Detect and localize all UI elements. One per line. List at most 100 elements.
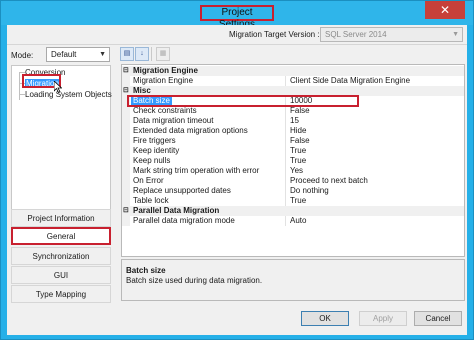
row-gutter xyxy=(122,156,130,166)
window-title: Project Settings xyxy=(200,5,274,30)
property-grid: ⊟ Migration Engine Migration Engine Clie… xyxy=(121,64,465,257)
row-gutter xyxy=(122,106,130,116)
close-button[interactable]: ✕ xyxy=(425,1,465,19)
property-row[interactable]: On Error Proceed to next batch xyxy=(122,176,464,186)
cancel-button[interactable]: Cancel xyxy=(414,311,462,326)
column-divider xyxy=(285,76,286,86)
dropdown-arrow-icon: ▼ xyxy=(99,51,106,58)
row-gutter xyxy=(122,126,130,136)
column-divider xyxy=(285,136,286,146)
ok-button[interactable]: OK xyxy=(301,311,349,326)
nav-synchronization[interactable]: Synchronization xyxy=(11,247,111,265)
categorized-icon[interactable]: ▤ xyxy=(120,47,134,61)
property-row[interactable]: Mark string trim operation with error Ye… xyxy=(122,166,464,176)
dropdown-arrow-icon: ▼ xyxy=(452,31,459,38)
settings-tree: Conversion Migration Loading System Obje… xyxy=(11,65,112,225)
close-icon: ✕ xyxy=(439,3,451,17)
collapse-icon[interactable]: ⊟ xyxy=(123,87,130,94)
property-value[interactable]: Proceed to next batch xyxy=(290,176,368,186)
batch-size-highlight-box xyxy=(127,95,359,107)
collapse-icon[interactable]: ⊟ xyxy=(123,207,130,214)
category-label: Parallel Data Migration xyxy=(133,206,220,215)
row-gutter xyxy=(122,166,130,176)
property-pages-icon[interactable]: ▦ xyxy=(156,47,170,61)
row-gutter xyxy=(122,186,130,196)
property-toolbar: ▤ ↓ ▦ xyxy=(116,45,467,64)
property-row[interactable]: Check constraints False xyxy=(122,106,464,116)
nav-project-information[interactable]: Project Information xyxy=(11,209,111,227)
property-value[interactable]: 15 xyxy=(290,116,299,126)
row-gutter xyxy=(122,216,130,226)
column-divider xyxy=(285,126,286,136)
property-name: Extended data migration options xyxy=(133,126,248,135)
nav-type-mapping[interactable]: Type Mapping xyxy=(11,285,111,303)
row-gutter xyxy=(122,116,130,126)
property-value[interactable]: False xyxy=(290,106,310,116)
column-divider xyxy=(285,116,286,126)
property-row[interactable]: Fire triggers False xyxy=(122,136,464,146)
property-row[interactable]: Parallel data migration mode Auto xyxy=(122,216,464,226)
column-divider xyxy=(285,166,286,176)
column-divider xyxy=(285,146,286,156)
property-name: Parallel data migration mode xyxy=(133,216,235,225)
row-gutter xyxy=(122,76,130,86)
tree-connector xyxy=(19,72,20,100)
property-value[interactable]: True xyxy=(290,196,306,206)
description-title: Batch size xyxy=(126,266,166,275)
title-bar[interactable]: Project Settings ✕ xyxy=(1,1,473,30)
property-value[interactable]: Client Side Data Migration Engine xyxy=(290,76,410,86)
property-row[interactable]: Extended data migration options Hide xyxy=(122,126,464,136)
alphabetical-icon[interactable]: ↓ xyxy=(135,47,149,61)
property-value[interactable]: Auto xyxy=(290,216,306,226)
property-name: Replace unsupported dates xyxy=(133,186,231,195)
category-row[interactable]: ⊟ Parallel Data Migration xyxy=(122,206,464,216)
project-settings-window: Project Settings ✕ Migration Target Vers… xyxy=(0,0,474,340)
property-row[interactable]: Migration Engine Client Side Data Migrat… xyxy=(122,76,464,86)
property-name: Keep identity xyxy=(133,146,180,155)
property-row[interactable]: Keep nulls True xyxy=(122,156,464,166)
tree-item-loading-system-objects[interactable]: Loading System Objects xyxy=(25,89,112,100)
mode-label: Mode: xyxy=(11,51,34,60)
dialog-body: Migration Target Version : SQL Server 20… xyxy=(7,25,467,335)
property-name: Data migration timeout xyxy=(133,116,214,125)
column-divider xyxy=(285,186,286,196)
migration-target-label: Migration Target Version : xyxy=(229,30,320,39)
property-row[interactable]: Replace unsupported dates Do nothing xyxy=(122,186,464,196)
property-row[interactable]: Data migration timeout 15 xyxy=(122,116,464,126)
property-value[interactable]: True xyxy=(290,156,306,166)
category-label: Migration Engine xyxy=(133,66,198,75)
nav-general[interactable]: General xyxy=(11,227,111,245)
property-value[interactable]: Do nothing xyxy=(290,186,329,196)
property-value[interactable]: False xyxy=(290,136,310,146)
property-name: Migration Engine xyxy=(133,76,194,85)
mode-value: Default xyxy=(51,50,77,59)
property-name: Mark string trim operation with error xyxy=(133,166,260,175)
collapse-icon[interactable]: ⊟ xyxy=(123,67,130,74)
column-divider xyxy=(285,216,286,226)
property-value[interactable]: True xyxy=(290,146,306,156)
description-text: Batch size used during data migration. xyxy=(126,276,263,285)
toolbar-divider xyxy=(151,47,152,61)
property-row[interactable]: Keep identity True xyxy=(122,146,464,156)
mouse-cursor-icon xyxy=(54,81,62,93)
row-gutter xyxy=(122,176,130,186)
property-name: Keep nulls xyxy=(133,156,171,165)
column-divider xyxy=(285,106,286,116)
property-name: Fire triggers xyxy=(133,136,176,145)
property-name: Table lock xyxy=(133,196,169,205)
property-name: On Error xyxy=(133,176,164,185)
apply-button[interactable]: Apply xyxy=(359,311,407,326)
column-divider xyxy=(285,196,286,206)
property-value[interactable]: Yes xyxy=(290,166,303,176)
description-panel: Batch size Batch size used during data m… xyxy=(121,259,465,301)
property-value[interactable]: Hide xyxy=(290,126,306,136)
tree-item-label: Loading System Objects xyxy=(25,90,112,99)
row-gutter xyxy=(122,196,130,206)
nav-gui[interactable]: GUI xyxy=(11,266,111,284)
property-row[interactable]: Table lock True xyxy=(122,196,464,206)
mode-select[interactable]: Default ▼ xyxy=(46,47,110,62)
column-divider xyxy=(285,176,286,186)
category-row[interactable]: ⊟ Migration Engine xyxy=(122,66,464,76)
property-name: Check constraints xyxy=(133,106,197,115)
column-divider xyxy=(285,156,286,166)
